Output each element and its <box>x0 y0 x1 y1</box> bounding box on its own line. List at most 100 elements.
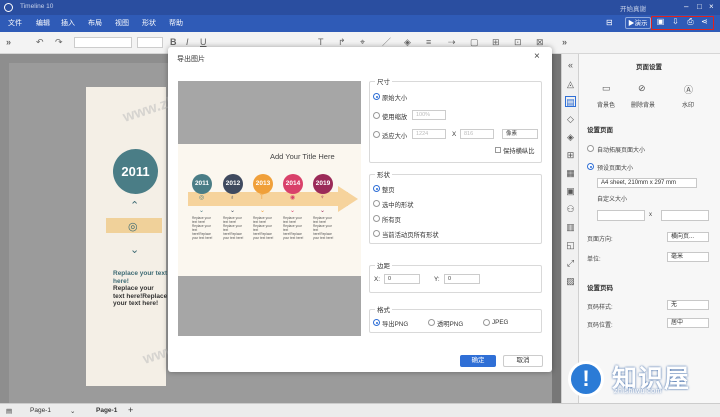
page-tab-menu-icon[interactable]: ⌄ <box>70 407 75 415</box>
orientation-label: 页面方向: <box>587 237 613 243</box>
font-size-select[interactable] <box>137 37 163 48</box>
minimize-icon[interactable]: – <box>684 2 688 12</box>
fit-size-radio[interactable] <box>373 131 380 138</box>
font-select[interactable] <box>74 37 132 48</box>
custom-width-input[interactable] <box>597 210 645 221</box>
custom-size-label: 自定义大小 <box>597 197 628 203</box>
custom-height-input[interactable] <box>661 210 709 221</box>
close-window-icon[interactable]: × <box>709 2 714 12</box>
use-zoom-radio[interactable] <box>373 112 380 119</box>
menu-edit[interactable]: 编辑 <box>36 18 50 28</box>
margin-x-input[interactable]: 0 <box>384 274 420 284</box>
user-label[interactable]: 开始真谢 <box>620 3 646 13</box>
preset-size-select[interactable]: A4 sheet, 210mm x 297 mm <box>597 178 697 188</box>
unit-dropdown[interactable]: 像素 <box>502 129 538 139</box>
menu-bar: 文件 编辑 插入 布局 视图 形状 帮助 ⊟ ▶演示 ▣ ⇩ ⎙ ⋖ <box>0 15 720 32</box>
paint-bucket-icon[interactable]: ◬ <box>565 79 576 90</box>
height-input[interactable]: 816 <box>460 129 494 139</box>
bg-color-icon[interactable]: ▭ <box>602 83 611 94</box>
keep-ratio-checkbox[interactable] <box>495 147 501 153</box>
preview-icon: ♆ <box>320 195 325 201</box>
expand-panel-icon[interactable]: « <box>565 60 576 71</box>
jpeg-radio[interactable] <box>483 319 490 326</box>
preview-year-circle: 2019 <box>313 174 333 194</box>
title-bar: Timeline 10 开始真谢 – □ × <box>0 0 720 15</box>
remove-bg-button[interactable]: 删除背景 <box>631 100 655 109</box>
chart-icon[interactable]: ◱ <box>565 240 576 251</box>
margin-y-label: Y: <box>434 276 440 283</box>
whole-page-radio[interactable] <box>373 185 380 192</box>
page-setup-icon[interactable]: ▤ <box>565 96 576 107</box>
preset-size-radio[interactable] <box>587 163 594 170</box>
keep-ratio-label: 保持横纵比 <box>503 148 535 155</box>
menu-shape[interactable]: 形状 <box>142 18 156 28</box>
page-list-icon[interactable]: ▤ <box>6 407 12 415</box>
chevron-down-icon: ⌄ <box>260 208 266 214</box>
preview-arrow-icon <box>338 186 358 212</box>
grid-icon[interactable]: ▦ <box>565 168 576 179</box>
current-page-shapes-radio[interactable] <box>373 230 380 237</box>
basketball-icon: ◎ <box>128 221 138 233</box>
width-input[interactable]: 1224 <box>412 129 446 139</box>
collapse-icon[interactable]: » <box>562 37 567 48</box>
transparent-png-radio[interactable] <box>428 319 435 326</box>
undo-icon[interactable]: ↶ <box>36 37 44 48</box>
table-icon[interactable]: ▥ <box>565 222 576 233</box>
ok-button[interactable]: 确定 <box>460 355 496 367</box>
lock-panel-icon[interactable]: ⊞ <box>565 150 576 161</box>
watermark-icon[interactable]: Ⓐ <box>684 83 693 96</box>
tree-icon[interactable]: ⚇ <box>565 204 576 215</box>
layers-icon[interactable]: ◈ <box>565 132 576 143</box>
highlight-box <box>651 16 714 30</box>
dialog-close-icon[interactable]: × <box>534 51 540 62</box>
orientation-select[interactable]: 横向页... <box>667 232 709 242</box>
style-icon[interactable]: ◇ <box>565 114 576 125</box>
site-logo-en: zhishiwu.com <box>614 388 663 395</box>
current-page-shapes-label: 当前活动页所有形状 <box>382 232 439 239</box>
export-image-dialog: 导出图片 × Add Your Title Here 2011 2012 201… <box>168 47 552 372</box>
menu-file[interactable]: 文件 <box>8 18 22 28</box>
selected-shapes-radio[interactable] <box>373 200 380 207</box>
watermark-button[interactable]: 水印 <box>682 100 694 109</box>
add-page-button[interactable]: + <box>128 405 133 415</box>
page-tab[interactable]: Page-1 <box>30 407 51 414</box>
panel-toggle-icon[interactable]: ⊟ <box>606 17 613 29</box>
png-radio[interactable] <box>373 319 380 326</box>
original-size-radio[interactable] <box>373 93 380 100</box>
preset-size-label: 预设页面大小 <box>597 166 634 172</box>
page-number-position-select[interactable]: 居中 <box>667 318 709 328</box>
history-icon[interactable]: ▨ <box>565 276 576 287</box>
preview-blurb: Replace your text here! Replace your tex… <box>313 216 334 240</box>
format-legend: 格式 <box>375 304 392 314</box>
transparent-png-label: 透明PNG <box>437 321 464 328</box>
unit-select[interactable]: 毫米 <box>667 252 709 262</box>
expand-icon[interactable]: ⤢ <box>565 258 576 269</box>
page-tabs-bar: ▤ Page-1 ⌄ Page-1 + <box>0 403 720 417</box>
zoom-input[interactable]: 100% <box>412 110 446 120</box>
image-icon[interactable]: ▣ <box>565 186 576 197</box>
menu-layout[interactable]: 布局 <box>88 18 102 28</box>
menu-help[interactable]: 帮助 <box>169 18 183 28</box>
menu-view[interactable]: 视图 <box>115 18 129 28</box>
unit-label: 单位: <box>587 257 601 263</box>
bg-color-button[interactable]: 背景色 <box>597 100 615 109</box>
page-tab-active[interactable]: Page-1 <box>96 407 117 414</box>
preview-blurb: Replace your text here! Replace your tex… <box>283 216 304 240</box>
page-number-style-select[interactable]: 无 <box>667 300 709 310</box>
remove-bg-icon[interactable]: ⊘ <box>638 83 646 94</box>
poster-text-teal: Replace your text here! <box>113 270 168 285</box>
maximize-icon[interactable]: □ <box>697 2 702 12</box>
site-logo: ! 知识屋 zhishiwu.com <box>560 355 720 403</box>
menu-insert[interactable]: 插入 <box>61 18 75 28</box>
shape-legend: 形状 <box>375 169 392 179</box>
right-icon-strip: « ◬ ▤ ◇ ◈ ⊞ ▦ ▣ ⚇ ▥ ◱ ⤢ ▨ <box>561 54 579 403</box>
expand-icon[interactable]: » <box>6 37 11 48</box>
cancel-button[interactable]: 取消 <box>503 355 543 367</box>
margin-y-input[interactable]: 0 <box>444 274 480 284</box>
redo-icon[interactable]: ↷ <box>55 37 63 48</box>
present-button[interactable]: ▶演示 <box>625 17 651 29</box>
site-logo-icon: ! <box>568 361 604 397</box>
auto-expand-radio[interactable] <box>587 145 594 152</box>
all-pages-radio[interactable] <box>373 215 380 222</box>
poster-page[interactable]: 2011 ⌃ ◎ ⌄ Replace your text here! Repla… <box>86 87 168 386</box>
